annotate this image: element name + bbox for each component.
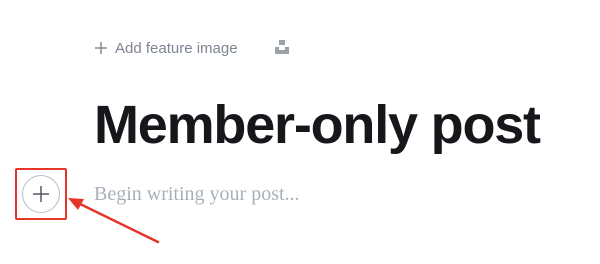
plus-icon bbox=[95, 42, 107, 54]
add-feature-image-label: Add feature image bbox=[115, 39, 238, 57]
feature-image-row: Add feature image bbox=[94, 37, 238, 59]
post-body-placeholder[interactable]: Begin writing your post... bbox=[94, 183, 300, 206]
post-title[interactable]: Member-only post bbox=[94, 95, 594, 155]
add-feature-image-button[interactable]: Add feature image bbox=[94, 40, 238, 57]
unsplash-icon[interactable] bbox=[274, 39, 290, 55]
add-card-button[interactable] bbox=[22, 175, 60, 213]
post-editor: Add feature image Member-only post Begin… bbox=[0, 0, 600, 264]
plus-icon bbox=[33, 186, 49, 202]
